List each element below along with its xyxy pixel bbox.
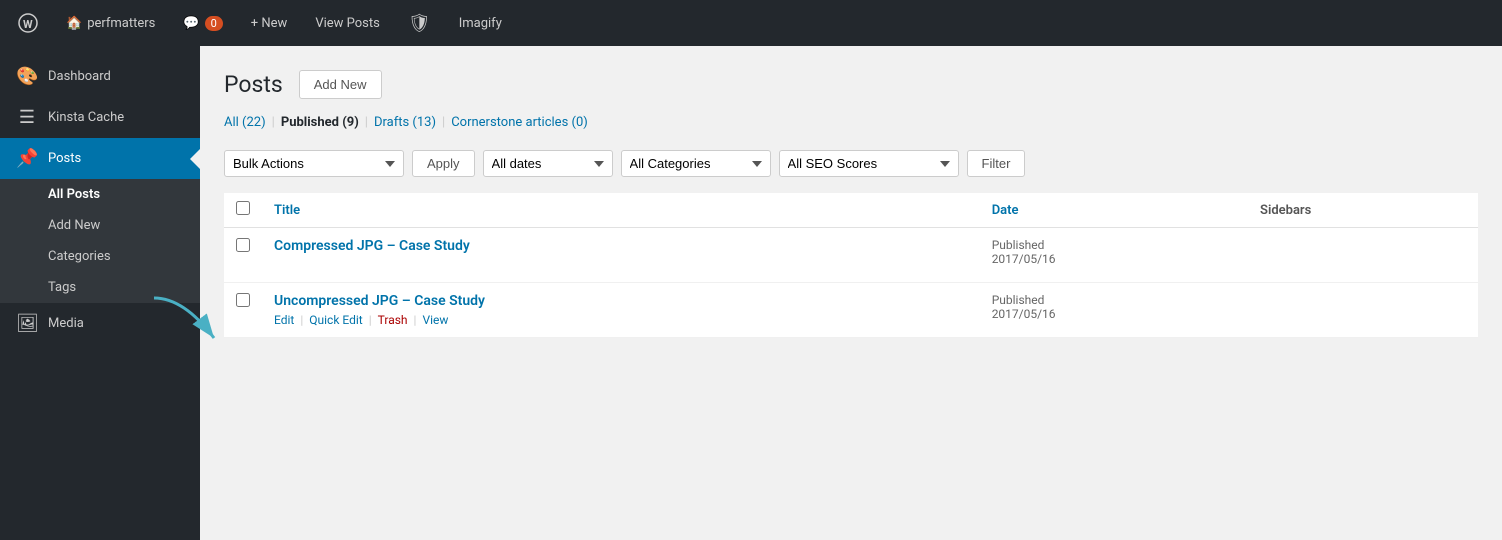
all-posts-label: All Posts [48, 187, 100, 202]
wp-logo-button[interactable]: W [12, 9, 44, 37]
table-row: Uncompressed JPG – Case Study Edit | Qui… [224, 283, 1478, 338]
admin-bar: W 🏠 perfmatters 💬 0 + New View Posts 🛡 I… [0, 0, 1502, 46]
row2-sidebars-cell [1248, 283, 1478, 338]
svg-text:W: W [23, 18, 33, 31]
tags-label: Tags [48, 280, 76, 295]
sidebar-item-posts[interactable]: 📌 Posts [0, 138, 200, 179]
categories-label: Categories [48, 249, 111, 264]
filter-all[interactable]: All (22) [224, 115, 266, 130]
row2-title-cell: Uncompressed JPG – Case Study Edit | Qui… [262, 283, 980, 338]
row1-title-link[interactable]: Compressed JPG – Case Study [274, 238, 470, 254]
filter-cornerstone[interactable]: Cornerstone articles (0) [451, 115, 588, 130]
sidebar-item-kinsta-cache[interactable]: ☰ Kinsta Cache [0, 97, 200, 138]
check-all-checkbox[interactable] [236, 201, 250, 215]
row2-trash-link[interactable]: Trash [378, 313, 408, 327]
filter-button[interactable]: Filter [967, 150, 1026, 177]
row1-date-status: Published [992, 238, 1236, 252]
bulk-actions-select[interactable]: Bulk Actions [224, 150, 404, 177]
row2-quick-edit-link[interactable]: Quick Edit [309, 313, 362, 327]
row1-date-cell: Published 2017/05/16 [980, 228, 1248, 283]
filter-links: All (22) | Published (9) | Drafts (13) |… [224, 115, 1478, 130]
page-title: Posts [224, 71, 283, 98]
imagify-label: Imagify [459, 16, 502, 31]
new-label: + New [251, 16, 288, 31]
sidebar-item-media-label: Media [48, 316, 84, 331]
view-posts-button[interactable]: View Posts [309, 12, 386, 35]
table-header-row: Title Date Sidebars [224, 193, 1478, 228]
yoast-button[interactable]: 🛡 [402, 9, 437, 38]
apply-button[interactable]: Apply [412, 150, 475, 177]
row2-date-value: 2017/05/16 [992, 307, 1236, 321]
sidebar-item-posts-label: Posts [48, 151, 81, 166]
sep2: | [365, 115, 368, 130]
media-icon: 🖼 [16, 313, 38, 334]
submenu-all-posts[interactable]: All Posts [0, 179, 200, 210]
row1-sidebars-cell [1248, 228, 1478, 283]
sidebar-item-kinsta-label: Kinsta Cache [48, 110, 124, 125]
dashboard-icon: 🎨 [16, 66, 38, 87]
table-row: Compressed JPG – Case Study Edit | Quick… [224, 228, 1478, 283]
row2-view-link[interactable]: View [422, 313, 448, 327]
check-all-header [224, 193, 262, 228]
add-new-button[interactable]: Add New [299, 70, 382, 99]
row1-check-cell [224, 228, 262, 283]
posts-icon: 📌 [16, 148, 38, 169]
row2-check-cell [224, 283, 262, 338]
sidebar-item-dashboard[interactable]: 🎨 Dashboard [0, 56, 200, 97]
row2-edit-link[interactable]: Edit [274, 313, 294, 327]
annotation-arrow [144, 293, 264, 353]
filter-published[interactable]: Published (9) [281, 115, 359, 130]
row2-date-cell: Published 2017/05/16 [980, 283, 1248, 338]
submenu-categories[interactable]: Categories [0, 241, 200, 272]
date-header[interactable]: Date [980, 193, 1248, 228]
posts-table: Title Date Sidebars Compressed JPG – Cas… [224, 193, 1478, 338]
layout: 🎨 Dashboard ☰ Kinsta Cache 📌 Posts All P… [0, 46, 1502, 540]
row1-date-value: 2017/05/16 [992, 252, 1236, 266]
comments-button[interactable]: 💬 0 [177, 12, 228, 35]
row2-date-status: Published [992, 293, 1236, 307]
submenu-add-new[interactable]: Add New [0, 210, 200, 241]
title-header[interactable]: Title [262, 193, 980, 228]
sidebar-item-dashboard-label: Dashboard [48, 69, 111, 84]
page-header: Posts Add New [224, 70, 1478, 99]
dates-select[interactable]: All dates [483, 150, 613, 177]
toolbar: Bulk Actions Apply All dates All Categor… [224, 142, 1478, 185]
comment-count: 0 [205, 16, 223, 31]
yoast-icon: 🛡 [408, 13, 431, 34]
row1-checkbox[interactable] [236, 238, 250, 252]
site-name-label: perfmatters [87, 16, 155, 31]
seo-scores-select[interactable]: All SEO Scores [779, 150, 959, 177]
imagify-button[interactable]: Imagify [453, 12, 508, 35]
row2-actions: Edit | Quick Edit | Trash | View [274, 313, 968, 327]
home-icon: 🏠 [66, 16, 82, 31]
site-name-button[interactable]: 🏠 perfmatters [60, 12, 161, 35]
new-post-button[interactable]: + New [245, 12, 294, 35]
sidebars-header: Sidebars [1248, 193, 1478, 228]
view-posts-label: View Posts [315, 16, 380, 31]
sep1: | [272, 115, 275, 130]
categories-select[interactable]: All Categories [621, 150, 771, 177]
row1-title-cell: Compressed JPG – Case Study Edit | Quick… [262, 228, 980, 283]
kinsta-icon: ☰ [16, 107, 38, 128]
comment-icon: 💬 [183, 16, 199, 31]
row2-title-link[interactable]: Uncompressed JPG – Case Study [274, 293, 485, 309]
filter-drafts[interactable]: Drafts (13) [374, 115, 436, 130]
sep3: | [442, 115, 445, 130]
posts-submenu: All Posts Add New Categories Tags [0, 179, 200, 303]
main-content: Posts Add New All (22) | Published (9) |… [200, 46, 1502, 540]
add-new-label: Add New [48, 218, 100, 233]
